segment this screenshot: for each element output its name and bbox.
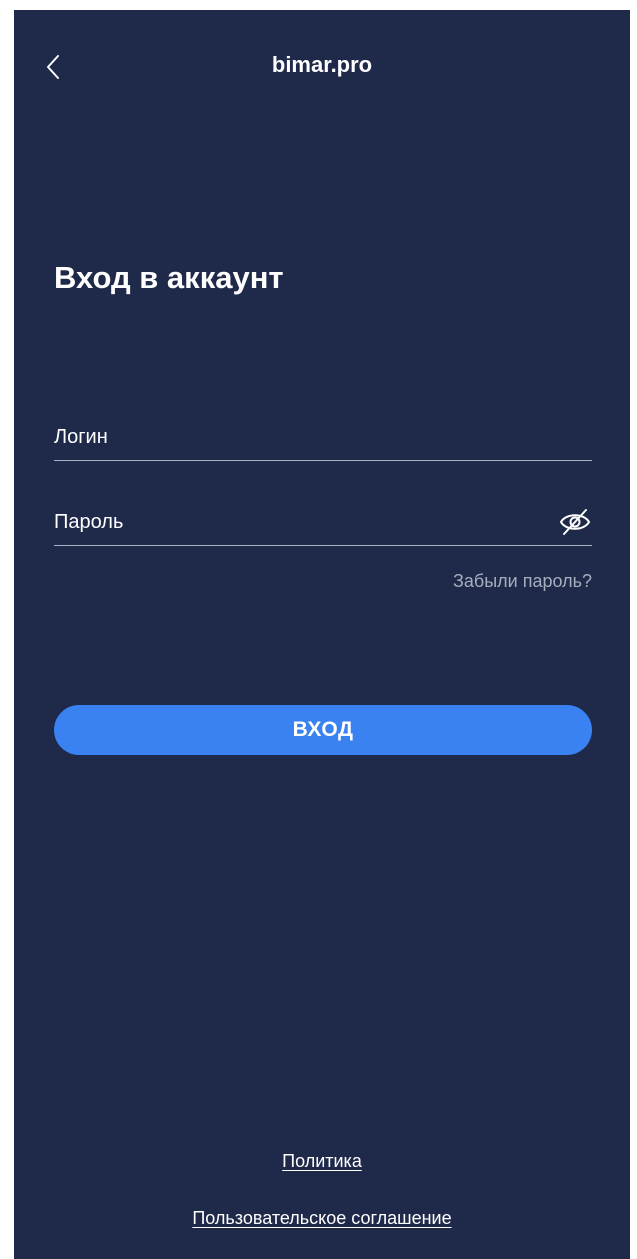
password-field <box>54 499 592 546</box>
agreement-link-row: Пользовательское соглашение <box>14 1208 630 1229</box>
policy-link[interactable]: Политика <box>282 1151 362 1171</box>
login-button[interactable]: вход <box>54 705 592 755</box>
login-screen: bimar.pro Вход в аккаунт Забыли пароль? … <box>14 10 630 1259</box>
forgot-password-link[interactable]: Забыли пароль? <box>453 571 592 592</box>
password-input[interactable] <box>54 507 544 537</box>
policy-link-row: Политика <box>14 1151 630 1172</box>
login-field <box>54 414 592 461</box>
login-input[interactable] <box>54 422 544 452</box>
page-title: Вход в аккаунт <box>54 260 284 295</box>
password-visibility-toggle[interactable] <box>558 507 592 537</box>
eye-slash-icon <box>559 509 591 535</box>
header-title: bimar.pro <box>271 52 373 77</box>
app-header: bimar.pro <box>14 10 630 120</box>
user-agreement-link[interactable]: Пользовательское соглашение <box>192 1208 451 1228</box>
